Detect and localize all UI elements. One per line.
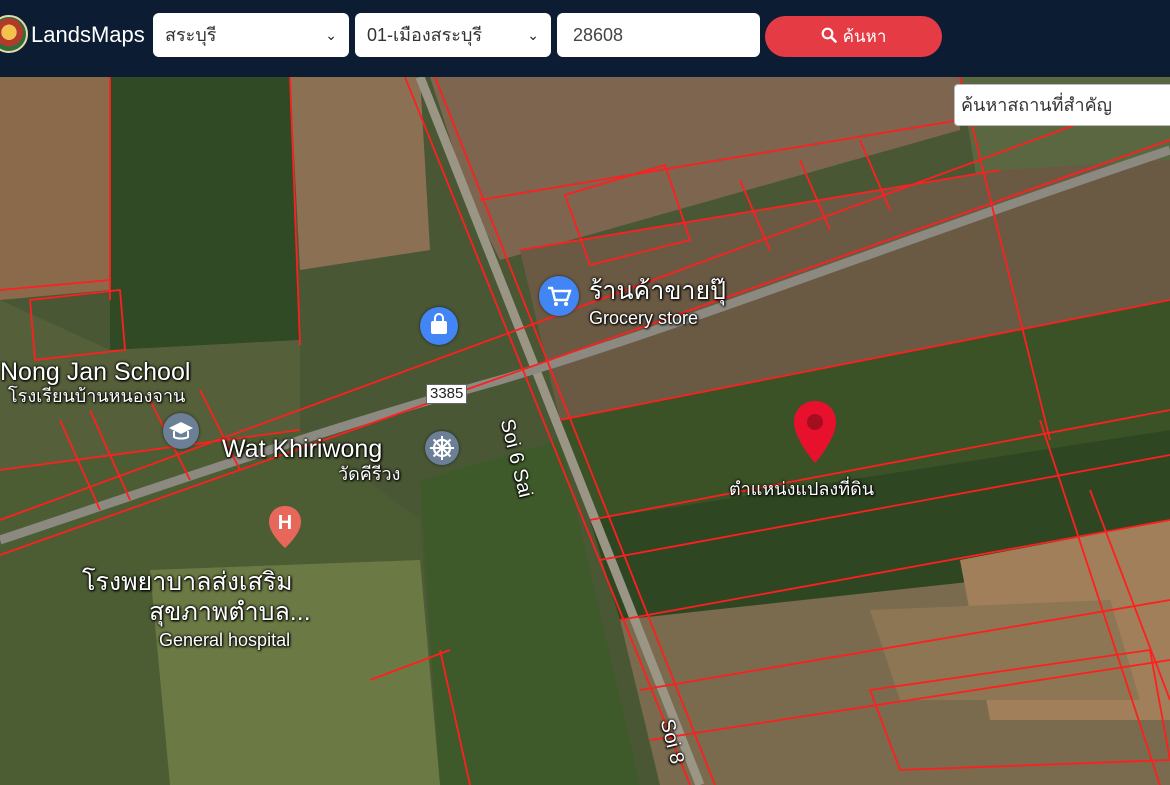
shopping-bag-icon[interactable] [420,307,458,345]
place-label-grocery-category: Grocery store [589,308,699,328]
place-label-grocery-thai[interactable]: ร้านค้าขายปุ๊ [589,279,726,304]
map-pin-icon[interactable] [791,399,839,465]
place-label-wat-khiriwong-thai: วัดคีรีวง [338,464,401,484]
place-label-hospital-thai-1[interactable]: โรงพยาบาลส่งเสริม [82,570,293,595]
search-button[interactable]: ค้นหา [765,16,942,57]
district-select-value: 01-เมืองสระบุรี [367,25,483,45]
brand-title: LandsMaps [31,22,145,47]
chevron-down-icon: ⌄ [527,27,539,43]
road-number-badge: 3385 [426,384,468,404]
parcel-number-input[interactable] [557,13,760,57]
search-button-label: ค้นหา [842,27,887,46]
province-select-value: สระบุรี [165,25,217,45]
place-label-nong-jan-school-thai: โรงเรียนบ้านหนองจาน [8,386,186,406]
parcel-marker-label: ตำแหน่งแปลงที่ดิน [729,479,875,499]
temple-icon[interactable] [425,431,459,465]
place-label-wat-khiriwong[interactable]: Wat Khiriwong [222,437,382,462]
satellite-map[interactable]: 3385 Nong Jan School โรงเรียนบ้านหนองจาน… [0,77,1170,785]
place-label-hospital-category: General hospital [159,630,291,650]
top-bar: LandsMaps สระบุรี ⌄ 01-เมืองสระบุรี ⌄ ค้… [0,0,1170,77]
chevron-down-icon: ⌄ [325,27,337,43]
school-icon[interactable] [163,413,199,449]
landsmaps-logo [0,15,28,53]
hospital-icon[interactable]: H [266,504,304,550]
place-label-nong-jan-school[interactable]: Nong Jan School [0,360,190,385]
place-label-hospital-thai-2: สุขภาพตำบล... [149,598,311,626]
province-select[interactable]: สระบุรี ⌄ [153,13,349,57]
district-select[interactable]: 01-เมืองสระบุรี ⌄ [355,13,551,57]
shopping-cart-icon[interactable] [539,276,579,316]
place-search-input[interactable] [954,84,1170,126]
search-icon [821,27,837,48]
svg-text:H: H [278,512,292,534]
